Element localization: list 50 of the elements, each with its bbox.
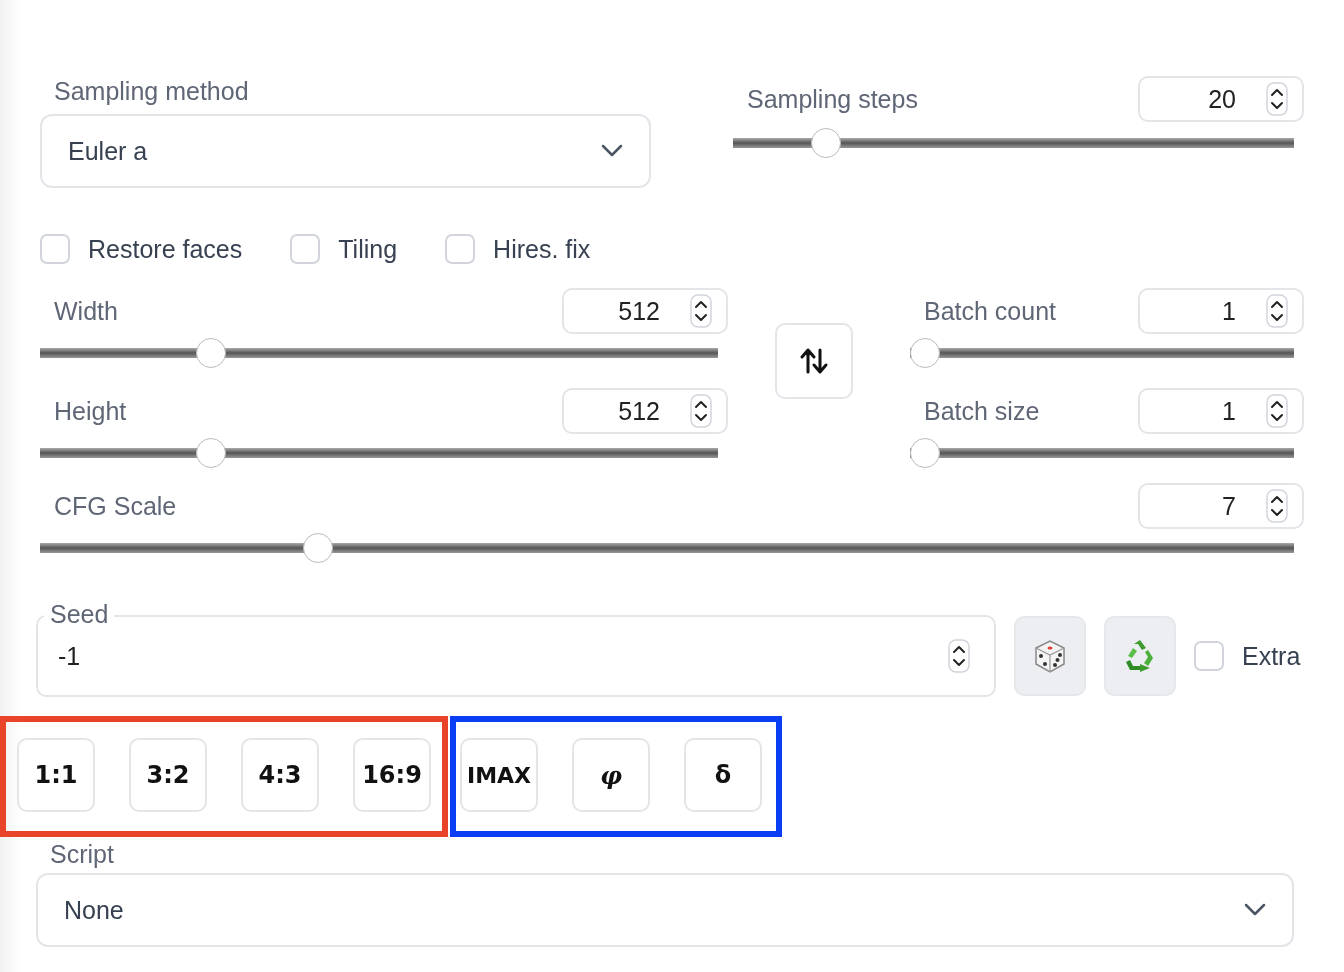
spinner-icon[interactable] xyxy=(1266,82,1288,116)
slider-thumb[interactable] xyxy=(303,533,334,563)
checkbox[interactable] xyxy=(445,234,476,264)
preset-button[interactable]: 4:3 xyxy=(241,738,319,812)
checkbox-label: Hires. fix xyxy=(493,234,591,264)
number-field[interactable]: 512 xyxy=(562,388,728,434)
slider-label: Sampling steps xyxy=(746,84,918,114)
slider-label: Batch count xyxy=(923,296,1057,326)
dropdown[interactable]: Euler a xyxy=(40,114,651,188)
number-field[interactable]: 1 xyxy=(1138,288,1304,334)
preset-button[interactable]: φ xyxy=(572,738,650,812)
field-label: Script xyxy=(49,839,115,869)
number-field[interactable]: 1 xyxy=(1138,388,1304,434)
preset-button[interactable]: IMAX xyxy=(460,738,538,812)
reuse-seed-button[interactable] xyxy=(1104,616,1176,696)
preset-button[interactable]: δ xyxy=(684,738,762,812)
spinner-icon[interactable] xyxy=(690,294,712,328)
slider-thumb[interactable] xyxy=(910,438,940,468)
spinner-icon[interactable] xyxy=(1266,394,1288,428)
preset-button[interactable]: 3:2 xyxy=(129,738,207,812)
dropdown[interactable]: None xyxy=(36,873,1294,947)
checkbox[interactable] xyxy=(40,234,70,264)
checkbox-label: Extra xyxy=(1242,641,1301,671)
checkbox-label: Tiling xyxy=(338,234,398,264)
chevron-icon xyxy=(1244,903,1266,917)
spinner-icon[interactable] xyxy=(690,394,712,428)
swap-button[interactable] xyxy=(775,323,853,399)
slider-thumb[interactable] xyxy=(195,438,226,468)
swap-arrows-icon xyxy=(798,347,830,375)
slider-label: Width xyxy=(53,296,118,326)
random-seed-button[interactable] xyxy=(1014,616,1086,696)
checkbox[interactable] xyxy=(1194,641,1224,671)
spinner-icon[interactable] xyxy=(948,639,970,673)
spinner-icon[interactable] xyxy=(1266,294,1288,328)
slider-label: Height xyxy=(53,396,127,426)
preset-button[interactable]: 16:9 xyxy=(353,738,431,812)
number-field[interactable]: 7 xyxy=(1138,483,1304,529)
preset-button[interactable]: 1:1 xyxy=(17,738,95,812)
slider-thumb[interactable] xyxy=(810,128,841,158)
spinner-icon[interactable] xyxy=(1266,489,1288,523)
slider-thumb[interactable] xyxy=(195,338,226,368)
number-field[interactable]: 512 xyxy=(562,288,728,334)
slider-label: CFG Scale xyxy=(53,491,177,521)
number-field[interactable]: 20 xyxy=(1138,76,1304,122)
slider-thumb[interactable] xyxy=(910,338,940,368)
slider-label: Batch size xyxy=(923,396,1040,426)
chevron-icon xyxy=(601,144,623,158)
checkbox-label: Restore faces xyxy=(88,234,243,264)
checkbox[interactable] xyxy=(290,234,321,264)
field-label: Sampling method xyxy=(53,76,250,106)
